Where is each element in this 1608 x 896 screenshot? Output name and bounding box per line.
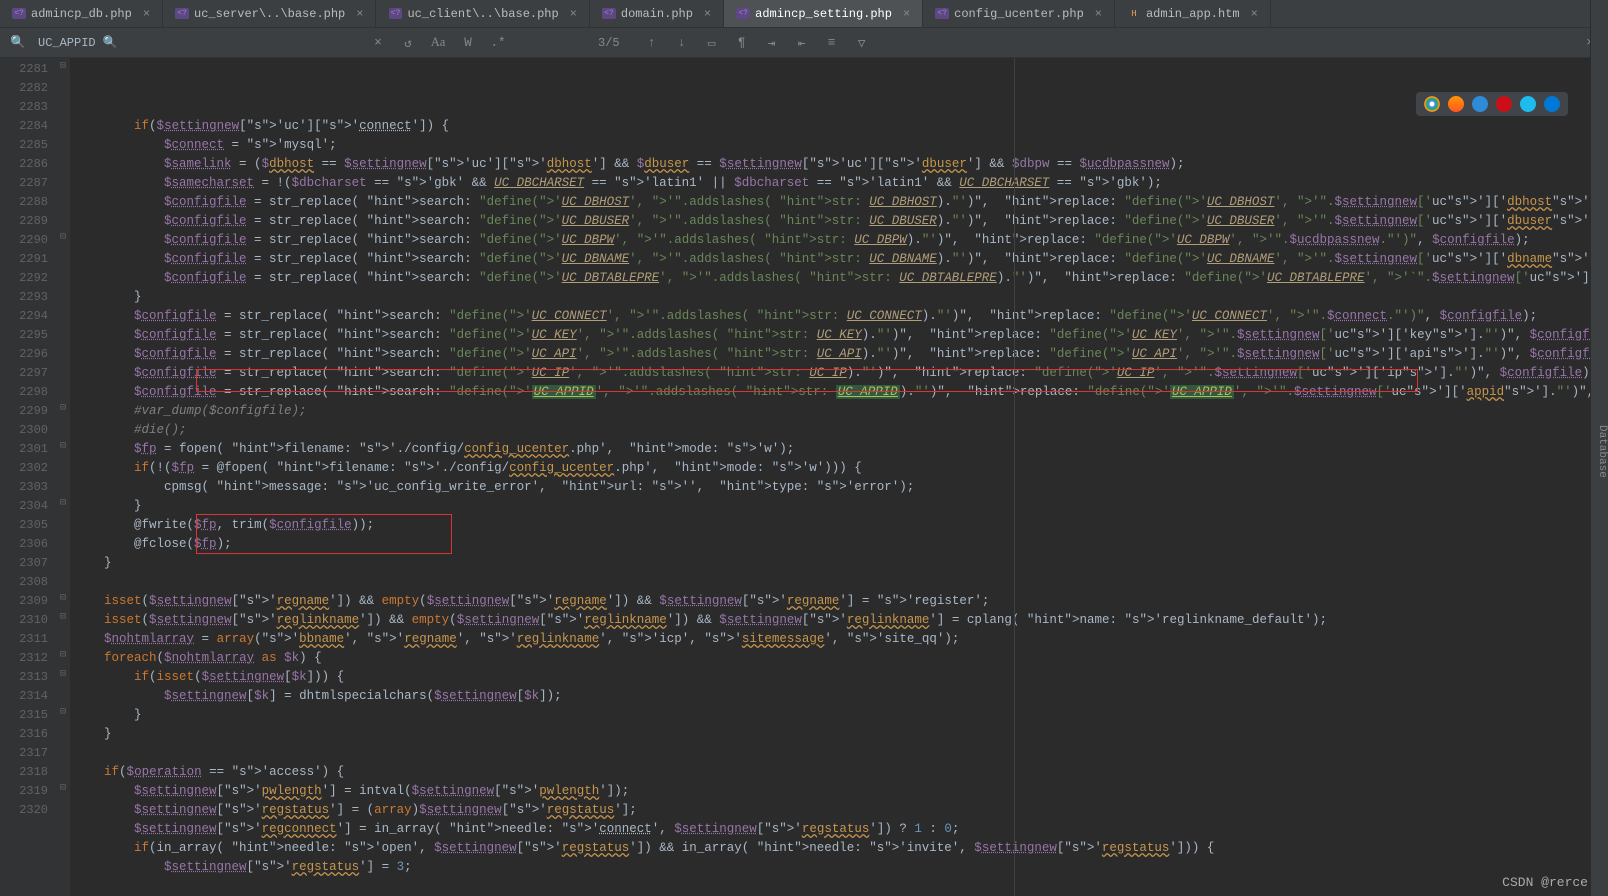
close-icon[interactable]: ×: [368, 36, 388, 50]
filter-icon[interactable]: ▽: [852, 35, 872, 51]
whole-word-icon[interactable]: W: [458, 36, 478, 50]
fold-column[interactable]: ⊟⊟⊟⊟⊟⊟⊟⊟⊟⊟⊟: [56, 58, 70, 896]
close-tab-icon[interactable]: [698, 7, 711, 21]
chrome-icon[interactable]: [1424, 96, 1440, 112]
close-tab-icon[interactable]: [1089, 7, 1102, 21]
file-tab[interactable]: config_ucenter.php: [923, 0, 1115, 27]
file-tab[interactable]: domain.php: [590, 0, 724, 27]
ie-icon[interactable]: [1520, 96, 1536, 112]
file-tab[interactable]: uc_server\..\base.php: [163, 0, 376, 27]
file-tab[interactable]: admincp_db.php: [0, 0, 163, 27]
find-bar: 🔍 UC_APPID × ↺ Aa W .* 3/5 ↑ ↓ ▭ ¶ ⇥ ⇤ ≡…: [0, 28, 1608, 58]
firefox-icon[interactable]: [1448, 96, 1464, 112]
new-line-icon[interactable]: ¶: [732, 36, 752, 50]
settings-icon[interactable]: ≡: [822, 36, 842, 50]
file-tab[interactable]: admin_app.htm: [1115, 0, 1271, 27]
next-match-icon[interactable]: ↓: [672, 36, 692, 50]
php-file-icon: [388, 7, 402, 21]
close-tab-icon[interactable]: [350, 7, 363, 21]
php-file-icon: [12, 7, 26, 21]
search-count: 3/5: [598, 36, 620, 50]
php-file-icon: [602, 7, 616, 21]
prev-match-icon[interactable]: ↑: [642, 36, 662, 50]
search-input[interactable]: UC_APPID: [38, 35, 358, 50]
code-viewport[interactable]: if($settingnew["s">'uc']["s">'connect'])…: [70, 58, 1592, 896]
opt1-icon[interactable]: ⇥: [762, 35, 782, 51]
safari-icon[interactable]: [1472, 96, 1488, 112]
match-case-icon[interactable]: Aa: [428, 35, 448, 50]
search-icon: 🔍: [8, 35, 28, 50]
file-tab[interactable]: uc_client\..\base.php: [376, 0, 589, 27]
database-tool-tab[interactable]: Database: [1590, 0, 1608, 896]
php-file-icon: [175, 7, 189, 21]
close-tab-icon[interactable]: [1245, 7, 1258, 21]
editor-tabs: admincp_db.php uc_server\..\base.php uc_cl…: [0, 0, 1608, 28]
tab-label: config_ucenter.php: [954, 7, 1084, 21]
opera-icon[interactable]: [1496, 96, 1512, 112]
close-tab-icon[interactable]: [564, 7, 577, 21]
php-file-icon: [935, 7, 949, 21]
tab-label: admin_app.htm: [1146, 7, 1240, 21]
browser-icons: [1416, 92, 1568, 116]
tab-label: admincp_setting.php: [755, 7, 892, 21]
line-gutter[interactable]: 2281228222832284228522862287228822892290…: [0, 58, 56, 896]
regex-icon[interactable]: .*: [488, 36, 508, 50]
select-all-icon[interactable]: ▭: [702, 35, 722, 51]
code-area: 2281228222832284228522862287228822892290…: [0, 58, 1608, 896]
htm-file-icon: [1127, 7, 1141, 21]
tab-label: domain.php: [621, 7, 693, 21]
edge-icon[interactable]: [1544, 96, 1560, 112]
tab-label: uc_client\..\base.php: [407, 7, 558, 21]
watermark: CSDN @rerce: [1502, 875, 1588, 890]
file-tab[interactable]: admincp_setting.php: [724, 0, 923, 27]
history-icon[interactable]: ↺: [398, 35, 418, 51]
close-tab-icon[interactable]: [137, 7, 150, 21]
opt2-icon[interactable]: ⇤: [792, 35, 812, 51]
tab-label: uc_server\..\base.php: [194, 7, 345, 21]
close-tab-icon[interactable]: [897, 7, 910, 21]
tab-label: admincp_db.php: [31, 7, 132, 21]
php-file-icon: [736, 7, 750, 21]
